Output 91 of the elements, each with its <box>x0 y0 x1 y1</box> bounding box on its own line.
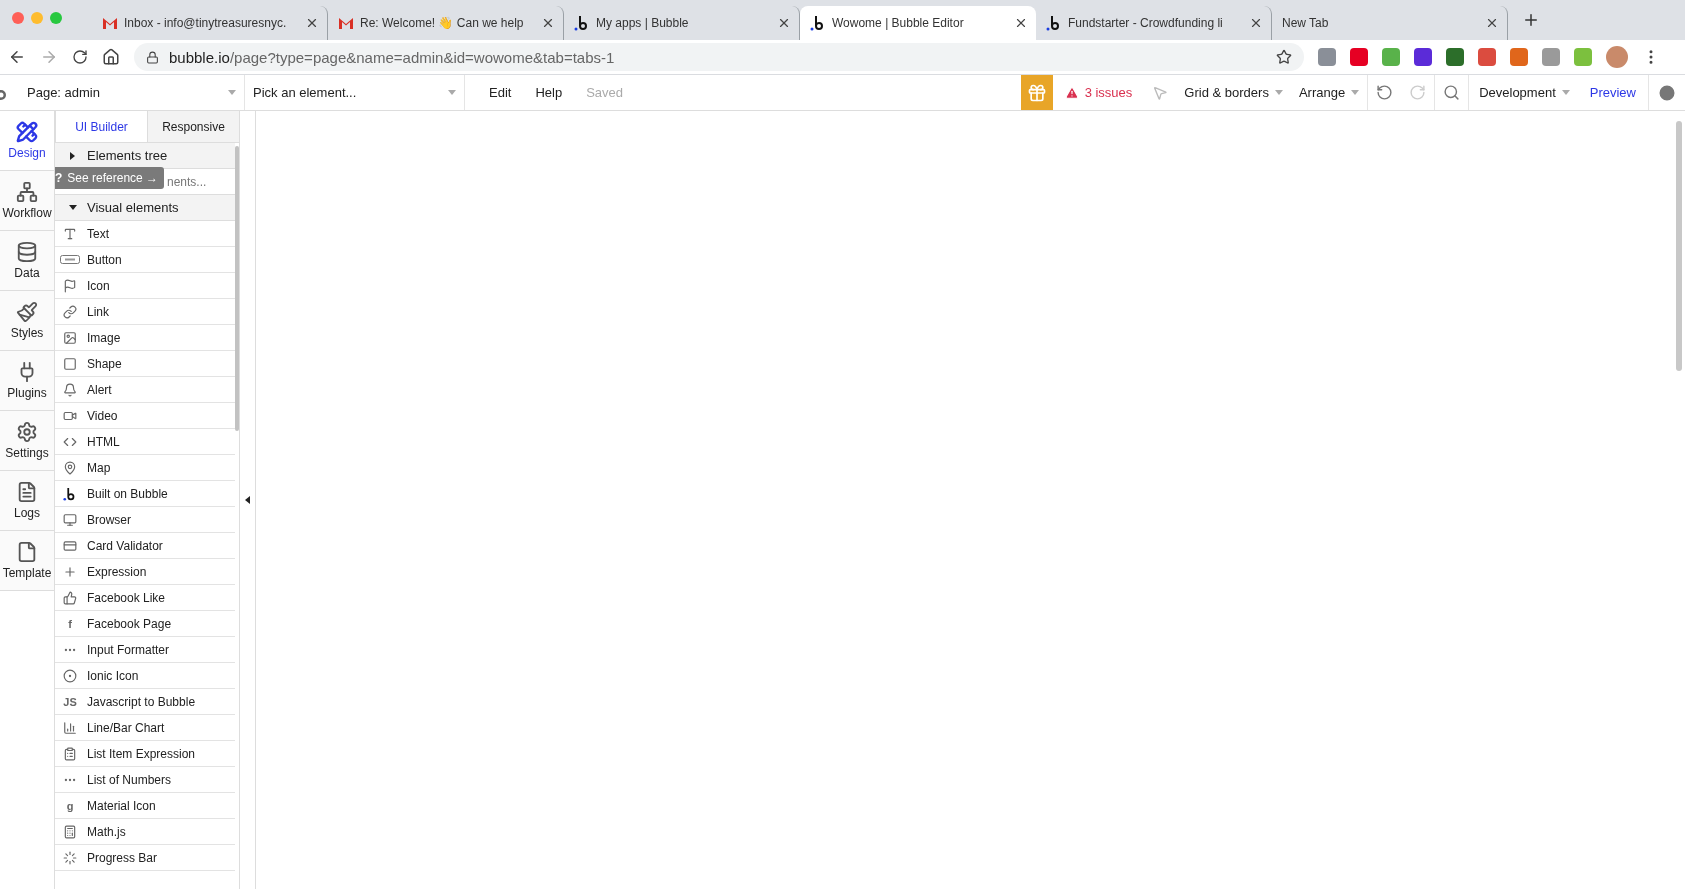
element-item[interactable]: Card Validator <box>55 533 235 559</box>
glyph-icon: JS <box>63 695 77 708</box>
page-dropdown[interactable]: Page: admin <box>19 75 245 110</box>
network-icon <box>16 181 38 203</box>
map-pin-icon <box>63 460 77 475</box>
star-icon[interactable] <box>1276 49 1292 65</box>
element-item[interactable]: Math.js <box>55 819 235 845</box>
extension-icon[interactable] <box>1414 48 1432 66</box>
reference-tooltip[interactable]: ? See reference → <box>55 167 165 189</box>
document-icon <box>16 481 38 503</box>
address-bar[interactable]: bubble.io/page?type=page&name=admin&id=wowome&tab=tabs-1 <box>134 43 1304 71</box>
tab-title: My apps | Bubble <box>596 16 690 30</box>
calculator-icon <box>63 824 77 839</box>
section-header[interactable]: Visual elements <box>55 195 235 221</box>
monitor-icon <box>63 512 77 527</box>
nav-tab[interactable]: Settings <box>0 411 54 471</box>
nav-tab[interactable]: Template <box>0 531 54 591</box>
edit-menu[interactable]: Edit <box>465 75 524 110</box>
text-icon <box>63 226 77 241</box>
radio-icon <box>63 668 77 683</box>
preview-link[interactable]: Preview <box>1577 75 1648 110</box>
tab-title: Wowome | Bubble Editor <box>832 16 965 30</box>
mail-logo-icon <box>338 17 354 29</box>
nav-tab[interactable]: Styles <box>0 291 54 351</box>
nav-tab[interactable]: Logs <box>0 471 54 531</box>
bar-chart-icon <box>63 720 77 735</box>
element-item[interactable]: Button <box>55 247 235 273</box>
button-icon <box>60 255 80 264</box>
element-dropdown[interactable]: Pick an element... <box>245 75 465 110</box>
lock-icon <box>146 50 159 64</box>
extension-icon[interactable] <box>1542 48 1560 66</box>
warning-icon <box>1064 85 1079 100</box>
home-icon[interactable] <box>102 48 120 66</box>
pencil-ruler-icon <box>16 121 38 143</box>
image-icon <box>63 330 77 345</box>
extension-icon[interactable] <box>1510 48 1528 66</box>
clipboard-icon <box>63 746 77 761</box>
issues-button[interactable]: 3 issues <box>1052 75 1145 110</box>
tab-title: Inbox - info@tinytreasuresnyc. <box>124 16 288 30</box>
help-menu[interactable]: Help <box>523 75 575 110</box>
forward-icon[interactable] <box>40 48 58 66</box>
database-icon <box>16 241 38 263</box>
tab-title: Fundstarter - Crowdfunding li <box>1068 16 1224 30</box>
new-tab-icon[interactable] <box>1522 11 1540 29</box>
arrange-dropdown[interactable]: Arrange <box>1290 75 1368 110</box>
extension-icon[interactable] <box>1478 48 1496 66</box>
tab-title: New Tab <box>1282 16 1330 30</box>
save-status: Saved <box>585 84 625 102</box>
element-item[interactable]: Image <box>55 325 235 351</box>
browser-tab[interactable]: Wowome | Bubble Editor <box>800 6 1036 40</box>
flag-icon <box>63 278 77 293</box>
close-icon[interactable] <box>1249 16 1263 30</box>
panel-tab[interactable]: Responsive <box>147 111 239 142</box>
collapse-icon[interactable] <box>245 496 250 504</box>
section-header[interactable]: Elements tree <box>55 143 235 169</box>
thumbs-up-icon <box>63 590 77 605</box>
avatar-icon[interactable] <box>1606 46 1628 68</box>
close-icon[interactable] <box>1014 16 1028 30</box>
close-icon[interactable] <box>777 16 791 30</box>
scrollbar-thumb[interactable] <box>1676 121 1682 371</box>
nav-tab[interactable]: Plugins <box>0 351 54 411</box>
plus-icon <box>63 564 77 579</box>
settings-icon <box>16 421 38 443</box>
scrollbar-thumb[interactable] <box>235 146 239 431</box>
spinner-icon <box>63 850 77 865</box>
reload-icon[interactable] <box>72 49 88 65</box>
nav-tab[interactable]: Data <box>0 231 54 291</box>
extension-icon[interactable] <box>1350 48 1368 66</box>
extension-icon[interactable] <box>1446 48 1464 66</box>
extension-icon[interactable] <box>1318 48 1336 66</box>
close-icon[interactable] <box>541 16 555 30</box>
bell-icon <box>63 382 77 397</box>
square-icon <box>63 356 77 371</box>
file-icon <box>16 541 38 563</box>
credit-card-icon <box>63 538 77 553</box>
mail-logo-icon <box>102 17 118 29</box>
glyph-icon: g <box>66 799 74 812</box>
tab-title: Re: Welcome! 👋 Can we help <box>360 16 525 30</box>
glyph-icon: f <box>68 617 72 630</box>
mode-dropdown[interactable]: Development <box>1468 75 1578 110</box>
close-icon[interactable] <box>305 16 319 30</box>
gift-button[interactable] <box>1020 75 1053 110</box>
paintbrush-icon <box>16 301 38 323</box>
close-window-icon[interactable] <box>12 12 24 24</box>
link-icon <box>63 304 77 319</box>
grid-dropdown[interactable]: Grid & borders <box>1176 75 1291 110</box>
close-icon[interactable] <box>1485 16 1499 30</box>
back-icon[interactable] <box>8 48 26 66</box>
nav-tab[interactable]: Workflow <box>0 171 54 231</box>
gift-icon <box>1026 82 1047 103</box>
url-text: bubble.io/page?type=page&name=admin&id=wowome&tab=tabs-1 <box>169 48 616 66</box>
